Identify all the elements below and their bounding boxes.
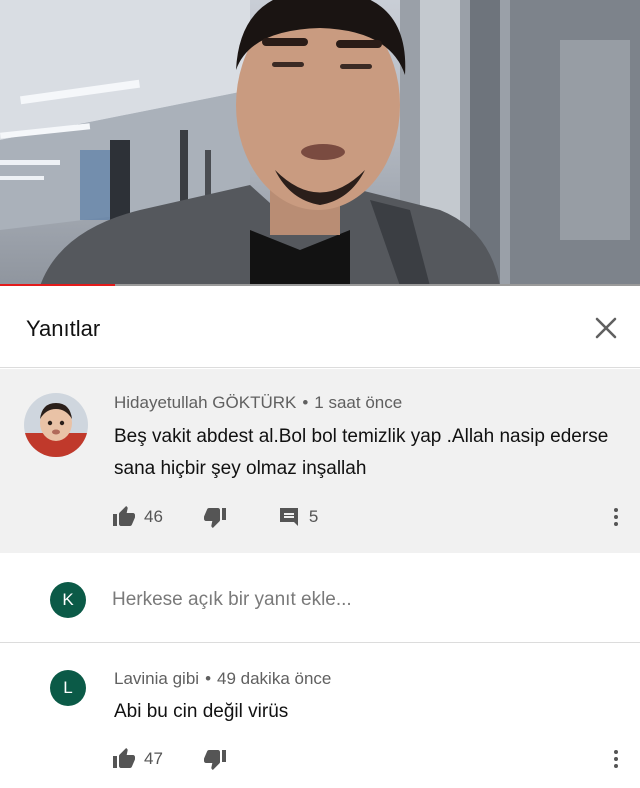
close-icon	[595, 317, 617, 339]
kebab-dot-icon	[614, 522, 618, 526]
comment-meta: Hidayetullah GÖKTÜRK • 1 saat önce	[114, 393, 402, 413]
reply-comment: L Lavinia gibi • 49 dakika önce Abi bu cin…	[0, 644, 640, 788]
meta-separator: •	[302, 393, 309, 412]
video-progress-bar[interactable]	[0, 284, 640, 286]
more-options-button[interactable]	[610, 745, 622, 773]
video-player[interactable]	[0, 0, 640, 286]
more-options-button[interactable]	[610, 503, 622, 531]
comment-text: Beş vakit abdest al.Bol bol temizlik yap…	[114, 426, 609, 479]
comment-time[interactable]: 1 saat önce	[314, 393, 402, 412]
comment-actions: 47	[112, 745, 227, 773]
dislike-button[interactable]	[203, 505, 227, 529]
reply-input[interactable]	[112, 583, 592, 617]
meta-separator: •	[205, 669, 212, 688]
like-count: 46	[144, 507, 163, 526]
replies-button[interactable]: 5	[277, 505, 318, 529]
user-avatar-letter: K	[62, 590, 74, 609]
thumbs-down-icon	[203, 750, 226, 770]
user-avatar[interactable]: K	[50, 582, 86, 618]
parent-comment: Hidayetullah GÖKTÜRK • 1 saat önce Beş vak…	[0, 369, 640, 553]
kebab-dot-icon	[614, 515, 618, 519]
like-count: 47	[144, 749, 163, 768]
thumbs-up-icon	[113, 506, 135, 526]
like-button[interactable]: 47	[112, 747, 163, 771]
avatar[interactable]: L	[50, 670, 86, 706]
kebab-dot-icon	[614, 757, 618, 761]
reply-count: 5	[308, 507, 319, 526]
comment-time[interactable]: 49 dakika önce	[217, 669, 331, 688]
close-button[interactable]	[588, 310, 624, 346]
replies-title: Yanıtlar	[26, 316, 101, 341]
kebab-dot-icon	[614, 750, 618, 754]
child-photo-avatar-icon	[24, 393, 88, 457]
avatar-letter: L	[63, 678, 73, 697]
like-button[interactable]: 46	[112, 505, 163, 529]
avatar[interactable]	[24, 393, 88, 457]
comment-meta: Lavinia gibi • 49 dakika önce	[114, 669, 331, 689]
comment-author[interactable]: Lavinia gibi	[114, 669, 199, 688]
video-progress-fill	[0, 284, 116, 286]
replies-header: Yanıtlar	[0, 288, 640, 368]
thumbs-down-icon	[203, 508, 226, 528]
comment-actions: 46 5	[112, 503, 318, 531]
thumbs-up-icon	[113, 748, 135, 768]
video-frame	[0, 0, 640, 286]
kebab-dot-icon	[614, 508, 618, 512]
reply-composer: K	[0, 553, 640, 643]
comment-icon	[279, 508, 298, 526]
dislike-button[interactable]	[203, 747, 227, 771]
comment-text: Abi bu cin değil virüs	[114, 701, 289, 722]
kebab-dot-icon	[614, 764, 618, 768]
comment-author[interactable]: Hidayetullah GÖKTÜRK	[114, 393, 296, 412]
